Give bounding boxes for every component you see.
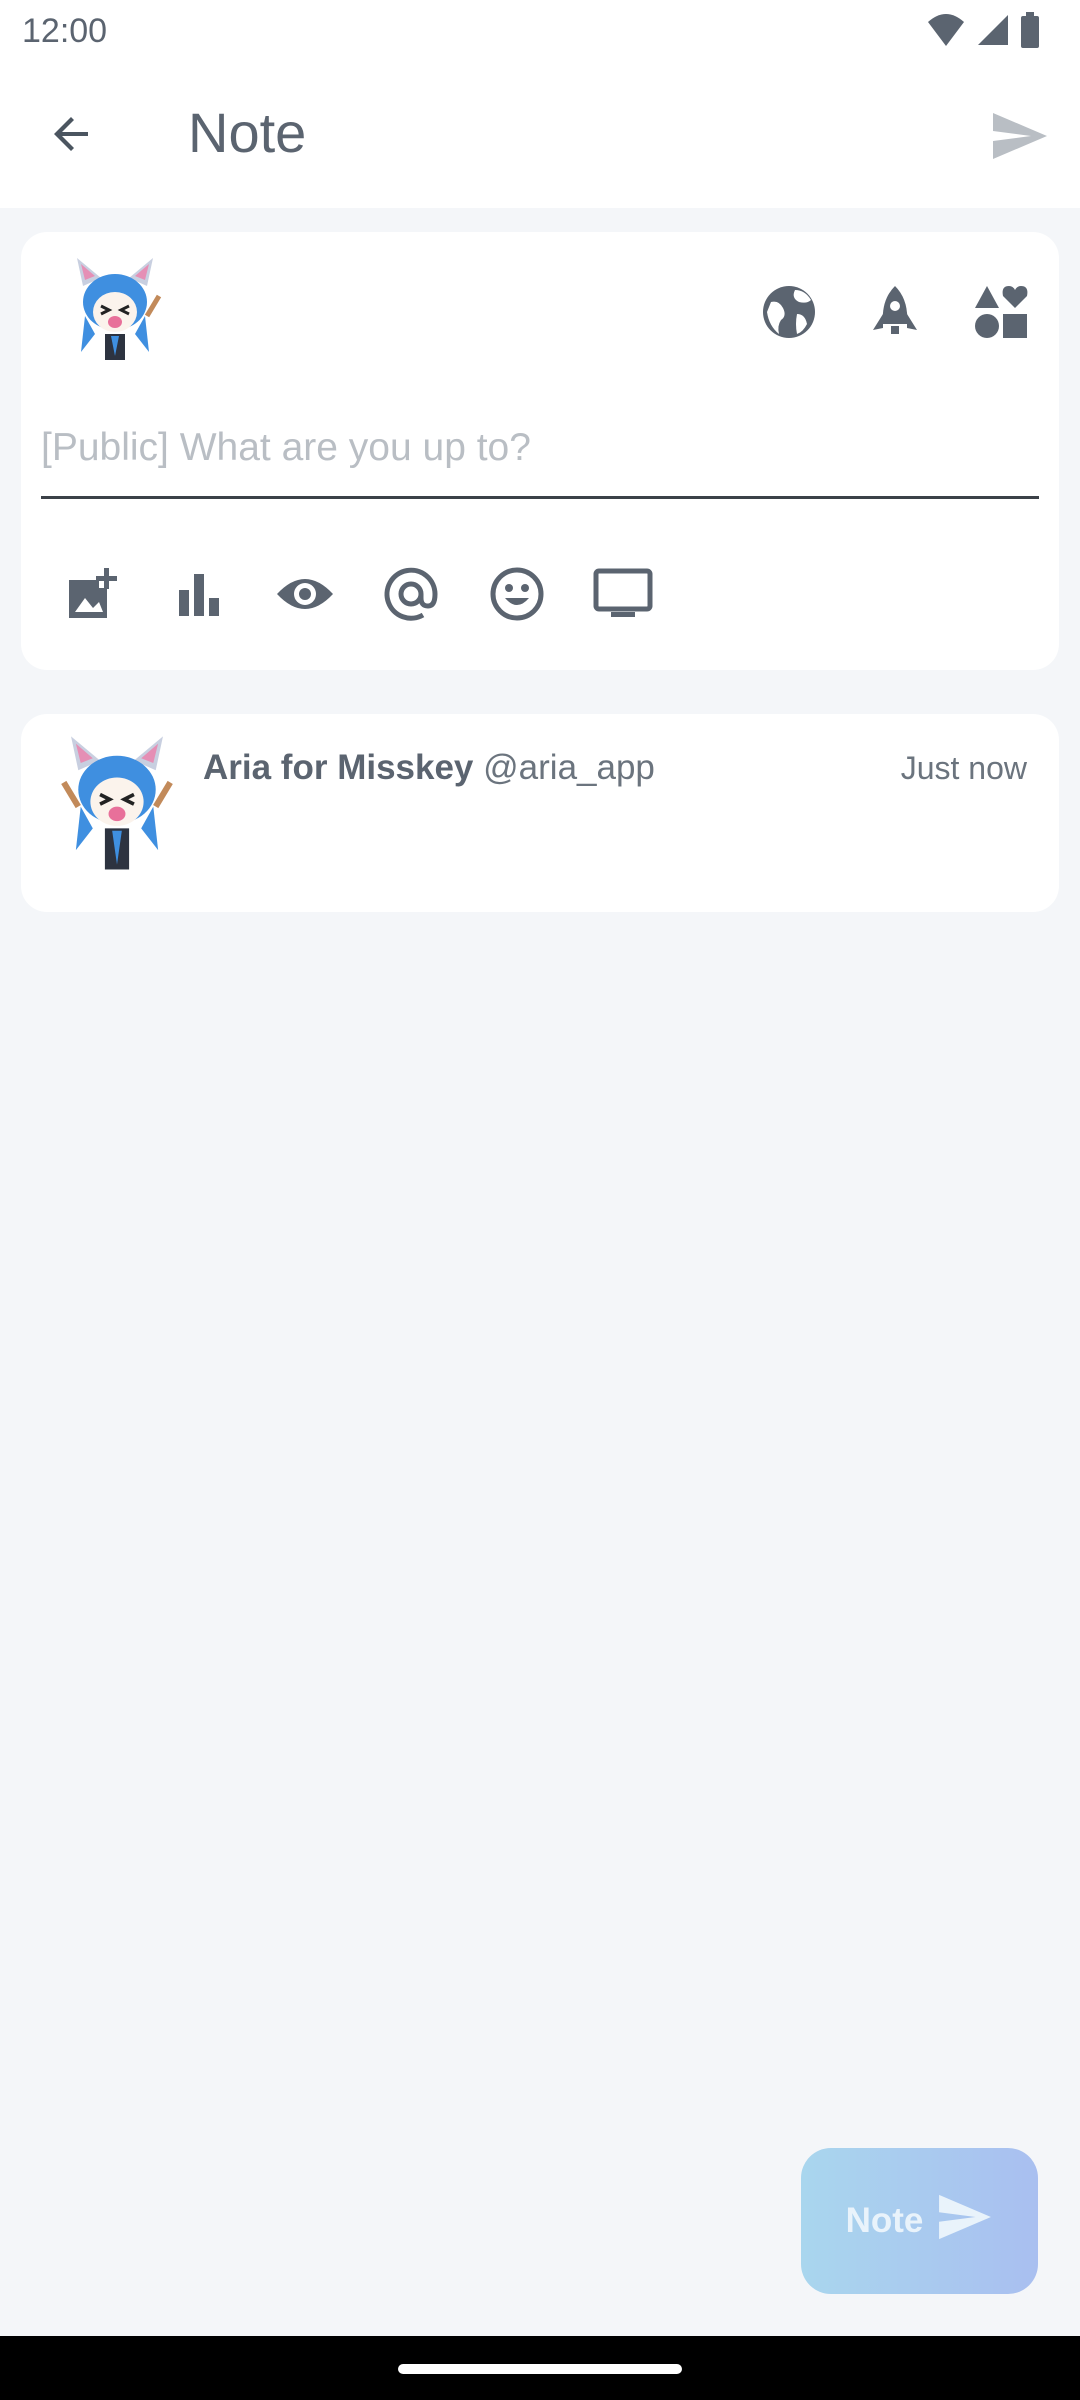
emoji-button[interactable]	[487, 566, 547, 626]
compose-toolbar	[63, 566, 653, 626]
status-time: 12:00	[22, 12, 108, 50]
back-arrow-icon	[48, 110, 96, 163]
status-bar: 12:00	[0, 0, 1080, 64]
avatar[interactable]	[51, 734, 183, 884]
mention-button[interactable]	[381, 566, 441, 626]
send-button[interactable]	[988, 106, 1052, 170]
signal-icon	[976, 13, 1010, 52]
eye-icon	[275, 574, 335, 619]
note-submit-label: Note	[845, 2201, 924, 2240]
shapes-icon	[973, 284, 1029, 345]
battery-icon	[1020, 12, 1040, 53]
note-submit-button[interactable]: Note	[801, 2148, 1038, 2294]
status-icons	[926, 12, 1040, 53]
home-gesture-handle[interactable]	[398, 2364, 682, 2374]
compose-options	[759, 284, 1031, 344]
compose-card	[21, 232, 1059, 670]
preview-button[interactable]	[593, 566, 653, 626]
send-icon	[991, 111, 1049, 166]
author-handle: @aria_app	[483, 748, 655, 787]
reaction-acceptance-button[interactable]	[971, 284, 1031, 344]
note-timestamp: Just now	[900, 750, 1027, 786]
system-navigation-bar	[0, 2336, 1080, 2400]
note-author[interactable]: Aria for Misskey @aria_app	[203, 748, 655, 788]
note-preview-card: Aria for Misskey @aria_app Just now	[21, 714, 1059, 912]
author-display-name: Aria for Misskey	[203, 748, 474, 787]
page-title: Note	[188, 101, 307, 164]
local-only-button[interactable]	[865, 284, 925, 344]
app-bar: Note	[0, 64, 1080, 208]
emoji-icon	[489, 566, 545, 627]
poll-icon	[175, 570, 223, 623]
monitor-icon	[593, 568, 653, 625]
poll-button[interactable]	[169, 566, 229, 626]
globe-icon	[761, 284, 817, 345]
add-photo-icon	[65, 566, 121, 627]
back-button[interactable]	[40, 104, 104, 168]
content-warning-button[interactable]	[275, 566, 335, 626]
visibility-button[interactable]	[759, 284, 819, 344]
rocket-icon	[869, 284, 921, 345]
wifi-icon	[926, 12, 966, 53]
avatar[interactable]	[61, 256, 169, 364]
send-icon	[937, 2193, 993, 2250]
mention-icon	[383, 566, 439, 627]
note-text-input[interactable]	[41, 420, 1039, 499]
attach-media-button[interactable]	[63, 566, 123, 626]
